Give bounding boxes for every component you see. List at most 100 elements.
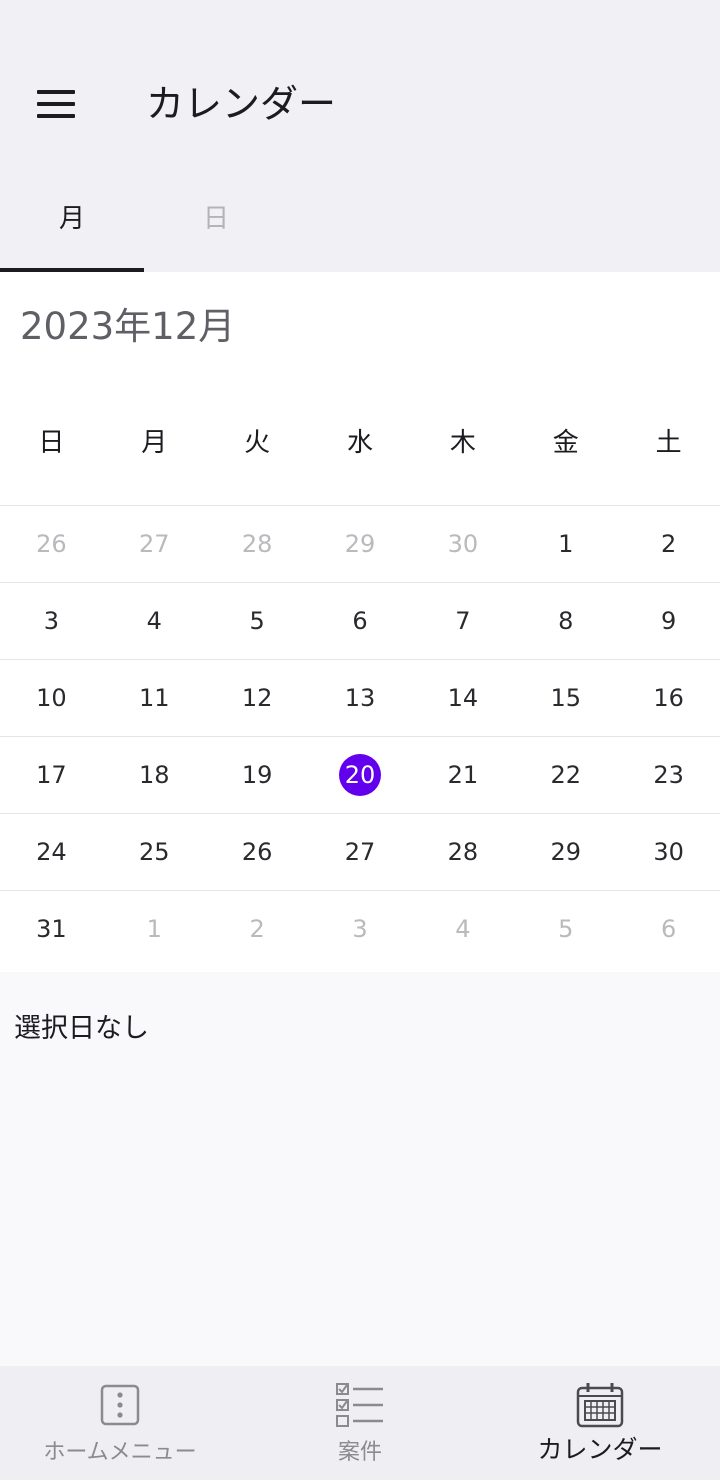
calendar-day-cell[interactable]: 2 bbox=[206, 891, 309, 967]
calendar-day-cell[interactable]: 27 bbox=[309, 814, 412, 890]
nav-cases-label: 案件 bbox=[337, 1440, 382, 1465]
calendar-day-cell[interactable]: 19 bbox=[206, 737, 309, 813]
day-number: 19 bbox=[241, 761, 273, 789]
calendar-day-cell[interactable]: 31 bbox=[0, 891, 103, 967]
day-number: 30 bbox=[447, 530, 479, 558]
calendar-day-cell[interactable]: 30 bbox=[617, 814, 720, 890]
day-number: 15 bbox=[550, 684, 581, 712]
calendar-day-cell[interactable]: 20 bbox=[309, 737, 412, 813]
tab-month[interactable]: 月 bbox=[0, 168, 144, 272]
weekday-label: 日 bbox=[38, 427, 65, 458]
day-number: 4 bbox=[146, 607, 162, 635]
day-number: 18 bbox=[139, 761, 170, 789]
day-number: 26 bbox=[36, 530, 67, 558]
weekday-label: 水 bbox=[347, 427, 374, 458]
calendar-day-cell[interactable]: 5 bbox=[206, 583, 309, 659]
calendar-day-cell[interactable]: 7 bbox=[411, 583, 514, 659]
calendar-day-cell[interactable]: 10 bbox=[0, 660, 103, 736]
calendar-day-cell[interactable]: 5 bbox=[514, 891, 617, 967]
nav-home-menu-label: ホームメニュー bbox=[43, 1440, 197, 1465]
calendar-icon bbox=[576, 1383, 624, 1428]
selection-status: 選択日なし bbox=[14, 1013, 149, 1044]
calendar-day-cell[interactable]: 3 bbox=[309, 891, 412, 967]
weekday-label: 金 bbox=[552, 427, 579, 458]
calendar-day-cell[interactable]: 24 bbox=[0, 814, 103, 890]
menu-icon[interactable] bbox=[30, 82, 82, 126]
nav-calendar[interactable]: カレンダー bbox=[480, 1366, 720, 1480]
day-number: 3 bbox=[43, 607, 60, 635]
day-number: 25 bbox=[139, 838, 170, 866]
calendar-day-cell[interactable]: 28 bbox=[411, 814, 514, 890]
more-vertical-icon bbox=[100, 1384, 140, 1426]
nav-calendar-label: カレンダー bbox=[537, 1435, 663, 1464]
calendar-day-cell[interactable]: 2 bbox=[617, 506, 720, 582]
day-number: 5 bbox=[558, 915, 574, 943]
calendar-day-cell[interactable]: 27 bbox=[103, 506, 206, 582]
day-number: 26 bbox=[241, 838, 273, 866]
weekday-label: 火 bbox=[244, 427, 271, 458]
day-number: 29 bbox=[550, 838, 581, 866]
calendar-day-cell[interactable]: 11 bbox=[103, 660, 206, 736]
day-number: 22 bbox=[550, 761, 581, 789]
calendar-day-cell[interactable]: 25 bbox=[103, 814, 206, 890]
calendar-week-row: 26 27 28 29 30 1 2 bbox=[0, 505, 720, 582]
calendar-day-cell[interactable]: 1 bbox=[103, 891, 206, 967]
calendar-day-cell[interactable]: 12 bbox=[206, 660, 309, 736]
day-number: 5 bbox=[249, 607, 265, 635]
calendar-day-cell[interactable]: 26 bbox=[0, 506, 103, 582]
calendar-day-cell[interactable]: 13 bbox=[309, 660, 412, 736]
day-number: 31 bbox=[36, 915, 67, 943]
nav-cases[interactable]: 案件 bbox=[240, 1366, 480, 1480]
calendar-day-cell[interactable]: 8 bbox=[514, 583, 617, 659]
calendar-day-cell[interactable]: 14 bbox=[411, 660, 514, 736]
calendar-day-cell[interactable]: 17 bbox=[0, 737, 103, 813]
bottom-navigation: ホームメニュー 案件 カレンダー bbox=[0, 1366, 720, 1480]
calendar-day-cell[interactable]: 3 bbox=[0, 583, 103, 659]
tab-day-label: 日 bbox=[202, 203, 229, 234]
day-number: 23 bbox=[653, 761, 684, 789]
day-number: 29 bbox=[344, 530, 376, 558]
calendar-day-cell[interactable]: 6 bbox=[617, 891, 720, 967]
calendar-day-cell[interactable]: 23 bbox=[617, 737, 720, 813]
calendar-day-cell[interactable]: 29 bbox=[514, 814, 617, 890]
calendar-day-cell[interactable]: 15 bbox=[514, 660, 617, 736]
calendar-day-cell[interactable]: 30 bbox=[411, 506, 514, 582]
tab-day[interactable]: 日 bbox=[144, 168, 288, 272]
app-bar: カレンダー 月 日 bbox=[0, 0, 720, 272]
day-number: 28 bbox=[241, 530, 273, 558]
calendar-day-cell[interactable]: 4 bbox=[103, 583, 206, 659]
calendar-day-cell[interactable]: 16 bbox=[617, 660, 720, 736]
calendar-day-cell[interactable]: 21 bbox=[411, 737, 514, 813]
day-number: 27 bbox=[344, 838, 376, 866]
day-number: 28 bbox=[447, 838, 479, 866]
nav-home-menu[interactable]: ホームメニュー bbox=[0, 1366, 240, 1480]
weekday-label: 木 bbox=[449, 427, 476, 458]
weekday-header: 日 月 火 水 木 金 土 bbox=[0, 400, 720, 480]
calendar-week-row: 31 1 2 3 4 5 6 bbox=[0, 890, 720, 967]
calendar-day-cell[interactable]: 4 bbox=[411, 891, 514, 967]
day-grid: 26 27 28 29 30 1 2 3 4 5 6 7 8 9 10 11 12 13 14 15 16 17 18 19 2… bbox=[0, 505, 720, 967]
calendar-day-cell[interactable]: 9 bbox=[617, 583, 720, 659]
calendar-day-cell[interactable]: 6 bbox=[309, 583, 412, 659]
day-number: 9 bbox=[660, 607, 677, 635]
day-number: 30 bbox=[653, 838, 684, 866]
calendar-day-cell[interactable]: 26 bbox=[206, 814, 309, 890]
calendar-day-cell[interactable]: 29 bbox=[309, 506, 412, 582]
weekday-label: 月 bbox=[141, 427, 168, 458]
day-number: 1 bbox=[558, 530, 574, 558]
day-number: 4 bbox=[455, 915, 471, 943]
day-number: 12 bbox=[241, 684, 273, 712]
calendar-day-cell[interactable]: 1 bbox=[514, 506, 617, 582]
calendar-day-cell[interactable]: 18 bbox=[103, 737, 206, 813]
today-day-number: 20 bbox=[339, 754, 381, 796]
view-tabs: 月 日 bbox=[0, 168, 720, 272]
day-number: 7 bbox=[455, 607, 471, 635]
calendar-day-cell[interactable]: 22 bbox=[514, 737, 617, 813]
day-number: 10 bbox=[36, 684, 67, 712]
day-number: 8 bbox=[558, 607, 574, 635]
calendar-week-row: 24 25 26 27 28 29 30 bbox=[0, 813, 720, 890]
day-number: 2 bbox=[660, 530, 677, 558]
day-number: 6 bbox=[660, 915, 677, 943]
calendar-day-cell[interactable]: 28 bbox=[206, 506, 309, 582]
day-number: 24 bbox=[36, 838, 67, 866]
